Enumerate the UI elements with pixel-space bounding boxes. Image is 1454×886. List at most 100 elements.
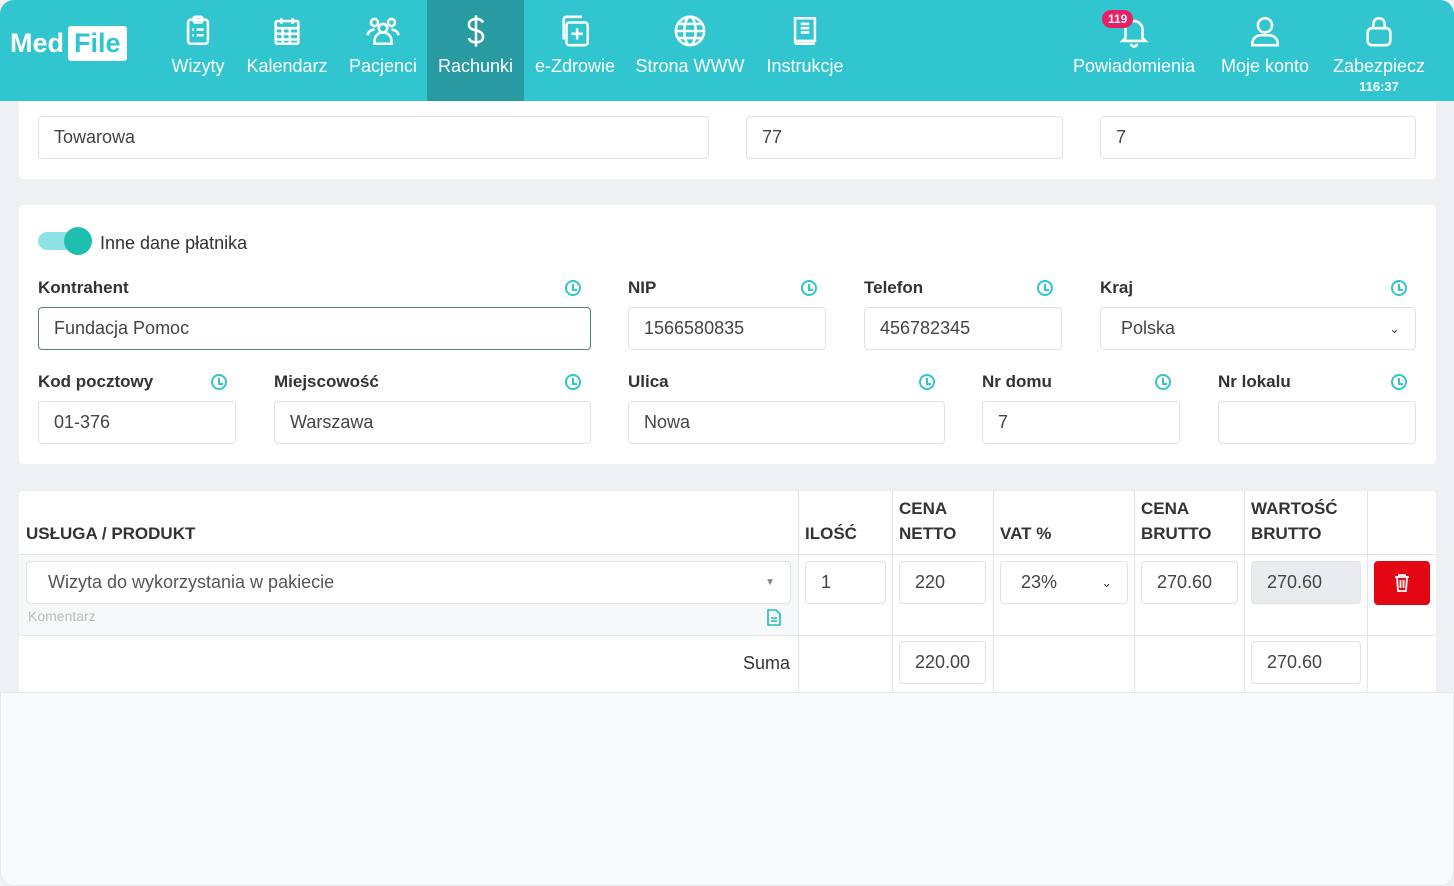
nip-label: NIP bbox=[628, 278, 657, 297]
nr-domu-label: Nr domu bbox=[982, 372, 1052, 391]
history-icon[interactable] bbox=[565, 280, 581, 296]
nav-strona-www[interactable]: Strona WWW bbox=[632, 0, 748, 101]
nav-instrukcje[interactable]: Instrukcje bbox=[760, 0, 850, 101]
nav-powiadomienia[interactable]: 119 Powiadomienia bbox=[1068, 0, 1200, 101]
nr-lokalu-input[interactable] bbox=[1218, 401, 1416, 444]
nav-label: Kalendarz bbox=[246, 56, 328, 76]
delete-row-button[interactable] bbox=[1374, 561, 1430, 605]
nav-pacjenci[interactable]: Pacjenci bbox=[343, 0, 423, 101]
kontrahent-label: Kontrahent bbox=[38, 278, 129, 297]
header-net-line2: NETTO bbox=[899, 524, 957, 543]
kod-label: Kod pocztowy bbox=[38, 372, 154, 391]
ulica-input[interactable]: Nowa bbox=[628, 401, 945, 444]
header-net: CENA NETTO bbox=[899, 496, 956, 546]
invoice-table: USŁUGA / PRODUKT ILOŚĆ CENA NETTO VAT % C… bbox=[19, 491, 1436, 692]
caret-down-icon: ▼ bbox=[765, 577, 775, 588]
nav-rachunki[interactable]: Rachunki bbox=[427, 0, 524, 101]
nav-label: Strona WWW bbox=[635, 56, 745, 76]
address-card: Towarowa 77 7 bbox=[19, 90, 1436, 179]
history-icon[interactable] bbox=[1391, 374, 1407, 390]
ulica-input[interactable]: Towarowa bbox=[38, 116, 709, 159]
dollar-icon bbox=[467, 15, 484, 47]
net-price-input[interactable]: 220 bbox=[899, 561, 986, 604]
history-icon[interactable] bbox=[565, 374, 581, 390]
history-icon[interactable] bbox=[919, 374, 935, 390]
sum-gross-value: 270.60 bbox=[1267, 652, 1323, 672]
nr-lokalu-value: 7 bbox=[1116, 127, 1127, 147]
nip-input[interactable]: 1566580835 bbox=[628, 307, 826, 350]
nav-moje-konto[interactable]: Moje konto bbox=[1214, 0, 1316, 101]
header-value: WARTOŚĆ BRUTTO bbox=[1251, 496, 1338, 546]
telefon-label: Telefon bbox=[864, 278, 924, 297]
chevron-down-icon: ⌄ bbox=[1389, 320, 1400, 336]
header-net-line1: CENA bbox=[899, 499, 948, 518]
medfile-logo[interactable]: Med File bbox=[10, 26, 127, 61]
logo-text-file: File bbox=[68, 26, 127, 61]
trash-icon bbox=[1395, 574, 1409, 592]
vat-select[interactable]: 23% ⌄ bbox=[1000, 561, 1128, 604]
nav-label: e-Zdrowie bbox=[534, 56, 616, 76]
miejscowosc-value: Warszawa bbox=[290, 412, 374, 432]
globe-icon bbox=[674, 15, 706, 47]
history-icon[interactable] bbox=[1155, 374, 1171, 390]
telefon-input[interactable]: 456782345 bbox=[864, 307, 1062, 350]
nr-domu-value: 7 bbox=[998, 412, 1009, 432]
product-select[interactable]: Wizyta do wykorzystania w pakiecie ▼ bbox=[26, 561, 791, 604]
chevron-down-icon: ⌄ bbox=[1101, 574, 1112, 590]
users-icon bbox=[366, 17, 400, 46]
gross-price-value: 270.60 bbox=[1157, 572, 1213, 592]
sum-value-field: 270.60 bbox=[1251, 641, 1361, 684]
book-icon bbox=[793, 16, 817, 46]
lock-icon bbox=[1366, 17, 1392, 47]
comment-file-icon[interactable] bbox=[767, 609, 781, 626]
nav-label: Wizyty bbox=[171, 56, 225, 76]
header-qty: ILOŚĆ bbox=[805, 524, 857, 543]
nav-label: Powiadomienia bbox=[1072, 56, 1196, 76]
header-vat: VAT % bbox=[1000, 524, 1052, 543]
kontrahent-value: Fundacja Pomoc bbox=[54, 318, 190, 338]
kraj-value: Polska bbox=[1121, 318, 1176, 338]
history-icon[interactable] bbox=[1391, 280, 1407, 296]
user-icon bbox=[1250, 16, 1280, 47]
history-icon[interactable] bbox=[1037, 280, 1053, 296]
payer-toggle[interactable] bbox=[38, 227, 92, 255]
kontrahent-input[interactable]: Fundacja Pomoc bbox=[38, 307, 591, 350]
kraj-select[interactable]: Polska ⌄ bbox=[1100, 307, 1416, 350]
history-icon[interactable] bbox=[801, 280, 817, 296]
nav-zabezpiecz[interactable]: Zabezpiecz 116:37 bbox=[1328, 0, 1430, 101]
telefon-value: 456782345 bbox=[880, 318, 971, 338]
header-value-line2: BRUTTO bbox=[1251, 524, 1322, 543]
clipboard-icon bbox=[186, 15, 210, 46]
nav-wizyty[interactable]: Wizyty bbox=[168, 0, 228, 101]
nip-value: 1566580835 bbox=[644, 318, 745, 338]
ulica-label: Ulica bbox=[628, 372, 669, 391]
sum-label: Suma bbox=[743, 653, 791, 673]
nr-lokalu-label: Nr lokalu bbox=[1218, 372, 1291, 391]
nr-lokalu-input[interactable]: 7 bbox=[1100, 116, 1416, 159]
gross-price-input[interactable]: 270.60 bbox=[1141, 561, 1238, 604]
nr-domu-input[interactable]: 7 bbox=[982, 401, 1180, 444]
ulica-value: Nowa bbox=[644, 412, 691, 432]
header-product: USŁUGA / PRODUKT bbox=[26, 524, 196, 543]
logo-text: Med bbox=[10, 28, 64, 58]
history-icon[interactable] bbox=[211, 374, 227, 390]
nav-label: Rachunki bbox=[437, 56, 514, 76]
calendar-icon bbox=[274, 18, 300, 46]
notification-badge: 119 bbox=[1102, 10, 1134, 28]
kod-input[interactable]: 01-376 bbox=[38, 401, 236, 444]
comment-input[interactable]: Komentarz bbox=[28, 608, 96, 624]
lower-panel bbox=[0, 692, 1454, 886]
miejscowosc-label: Miejscowość bbox=[274, 372, 379, 391]
product-value: Wizyta do wykorzystania w pakiecie bbox=[48, 572, 335, 592]
kraj-label: Kraj bbox=[1100, 278, 1134, 297]
kod-value: 01-376 bbox=[54, 412, 111, 432]
nav-e-zdrowie[interactable]: e-Zdrowie bbox=[530, 0, 620, 101]
nr-domu-input[interactable]: 77 bbox=[746, 116, 1063, 159]
net-price-value: 220 bbox=[915, 572, 946, 592]
gross-value: 270.60 bbox=[1267, 572, 1323, 592]
miejscowosc-input[interactable]: Warszawa bbox=[274, 401, 591, 444]
qty-input[interactable]: 1 bbox=[805, 561, 886, 604]
vat-value: 23% bbox=[1021, 572, 1058, 592]
nav-label: Zabezpiecz bbox=[1332, 56, 1426, 76]
nav-kalendarz[interactable]: Kalendarz bbox=[242, 0, 332, 101]
